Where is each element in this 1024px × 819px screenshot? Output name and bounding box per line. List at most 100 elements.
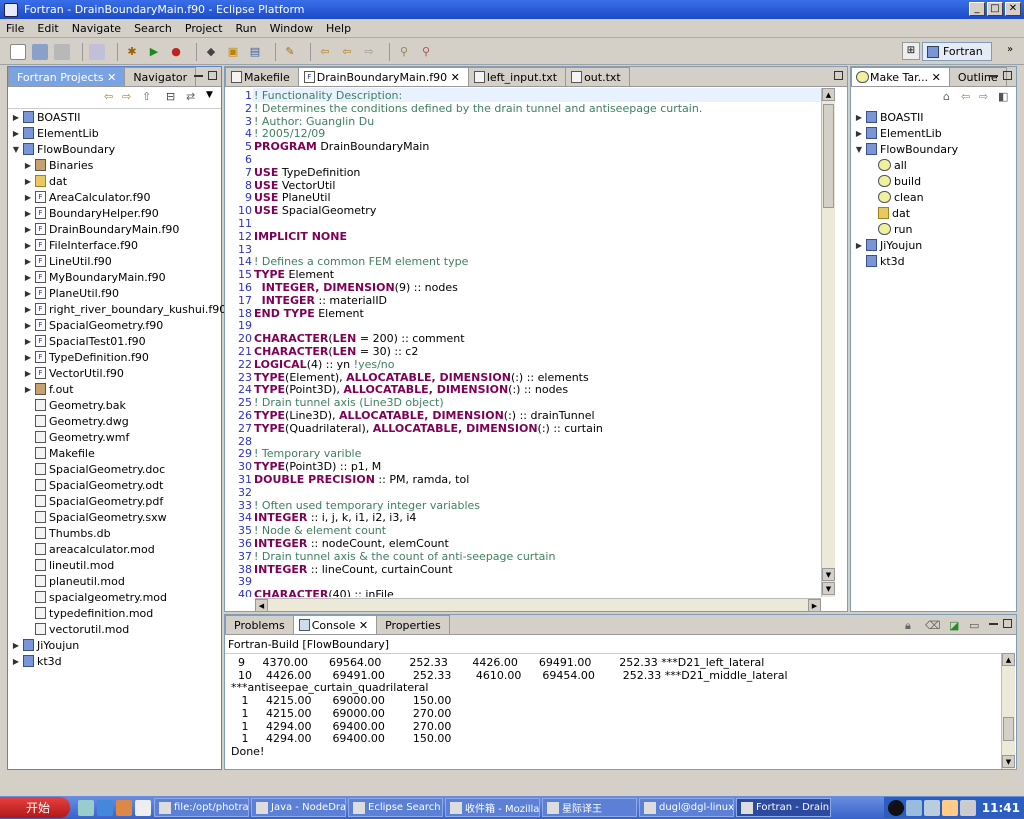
scroll-down-button[interactable]: ▼	[822, 568, 835, 581]
tree-item[interactable]: ▶ JiYoujun	[851, 237, 922, 253]
code-line[interactable]: 39	[225, 575, 254, 588]
code-line[interactable]: 8 USE VectorUtil	[225, 179, 335, 192]
up-icon[interactable]: ⇧	[142, 90, 151, 103]
clear-console-icon[interactable]: ⌫	[925, 619, 941, 632]
perspective-fortran-button[interactable]: Fortran	[922, 42, 992, 61]
code-line[interactable]: 24 TYPE(Point3D), ALLOCATABLE, DIMENSION(…	[225, 383, 568, 396]
open-folder-icon[interactable]: ▣	[225, 44, 241, 60]
pin-console-icon[interactable]: ◪	[949, 619, 959, 632]
tree-item[interactable]: ▶ F PlaneUtil.f90	[8, 285, 119, 301]
tree-item[interactable]: run	[851, 221, 912, 237]
tree-item[interactable]: ▶ F FileInterface.f90	[8, 237, 138, 253]
save-icon[interactable]	[32, 43, 48, 60]
taskbar-task[interactable]: dugl@dgl-linux:/	[639, 798, 734, 817]
code-line[interactable]: 38 INTEGER :: lineCount, curtainCount	[225, 563, 453, 576]
collapsed-twisty-icon[interactable]: ▶	[11, 641, 21, 650]
pin2-icon[interactable]: ⚲	[418, 44, 434, 60]
code-line[interactable]: 14! Defines a common FEM element type	[225, 255, 468, 268]
tree-item[interactable]: all	[851, 157, 907, 173]
menu-window[interactable]: Window	[270, 22, 313, 35]
tray-icon-4[interactable]	[941, 799, 958, 816]
tab-makefile[interactable]: Makefile	[225, 67, 299, 86]
maximize-icon[interactable]	[1003, 71, 1012, 80]
tab-out[interactable]: out.txt	[565, 67, 630, 86]
tree-item[interactable]: clean	[851, 189, 924, 205]
editor-horizontal-scrollbar[interactable]: ◀ ▶	[255, 598, 821, 612]
tree-item[interactable]: vectorutil.mod	[8, 621, 129, 637]
tree-item[interactable]: ▼ FlowBoundary	[8, 141, 115, 157]
tree-item[interactable]: Thumbs.db	[8, 525, 111, 541]
tree-item[interactable]: Geometry.bak	[8, 397, 126, 413]
pen-icon[interactable]: ✎	[282, 44, 298, 60]
collapsed-twisty-icon[interactable]: ▶	[11, 657, 21, 666]
tree-item[interactable]: ▶ ElementLib	[851, 125, 942, 141]
collapsed-twisty-icon[interactable]: ▶	[23, 241, 33, 250]
code-line[interactable]: 30 TYPE(Point3D) :: p1, M	[225, 460, 381, 473]
pin-icon[interactable]: ⚲	[396, 44, 412, 60]
code-line[interactable]: 12 IMPLICIT NONE	[225, 230, 347, 243]
maximize-icon[interactable]	[1003, 619, 1012, 628]
collapse-all-icon[interactable]: ⊟	[166, 90, 175, 103]
collapsed-twisty-icon[interactable]: ▶	[23, 225, 33, 234]
tray-icon-1[interactable]	[887, 799, 904, 816]
code-line[interactable]: 7 USE TypeDefinition	[225, 166, 360, 179]
code-line[interactable]: 5 PROGRAM DrainBoundaryMain	[225, 140, 429, 153]
back-icon[interactable]: ⇦	[104, 90, 113, 103]
tree-item[interactable]: areacalculator.mod	[8, 541, 155, 557]
code-line[interactable]: 36 INTEGER :: nodeCount, elemCount	[225, 537, 449, 550]
minimize-icon[interactable]	[989, 623, 998, 626]
new-icon[interactable]	[10, 43, 26, 60]
start-button[interactable]: 开始	[0, 797, 70, 818]
collapsed-twisty-icon[interactable]: ▶	[23, 369, 33, 378]
tab-problems[interactable]: Problems	[225, 615, 294, 634]
scroll-up-button[interactable]: ▲	[1002, 653, 1015, 666]
tree-item[interactable]: spacialgeometry.mod	[8, 589, 167, 605]
tree-item[interactable]: ▶ BOASTII	[851, 109, 924, 125]
home-icon[interactable]: ⌂	[943, 90, 950, 103]
maximize-button[interactable]: □	[987, 2, 1003, 16]
tree-item[interactable]: ▶ f.out	[8, 381, 74, 397]
code-line[interactable]: 2! Determines the conditions defined by …	[225, 102, 702, 115]
tree-item[interactable]: Geometry.wmf	[8, 429, 129, 445]
tree-item[interactable]: kt3d	[851, 253, 905, 269]
tree-item[interactable]: SpacialGeometry.doc	[8, 461, 165, 477]
code-line[interactable]: 11	[225, 217, 254, 230]
code-line[interactable]: 37! Drain tunnel axis & the count of ant…	[225, 550, 555, 563]
menu-search[interactable]: Search	[134, 22, 172, 35]
tree-item[interactable]: lineutil.mod	[8, 557, 114, 573]
taskbar-task[interactable]: Eclipse Search	[348, 798, 443, 817]
taskbar-task[interactable]: 星际译王	[542, 798, 637, 817]
code-line[interactable]: 3! Author: Guanglin Du	[225, 115, 374, 128]
collapsed-twisty-icon[interactable]: ▶	[11, 129, 21, 138]
scroll-thumb[interactable]	[1003, 717, 1014, 741]
code-line[interactable]: 28	[225, 435, 254, 448]
scroll-lock-icon[interactable]: 🔒︎	[905, 619, 911, 633]
scroll-thumb[interactable]	[823, 104, 834, 208]
tree-item[interactable]: ▶ BOASTII	[8, 109, 81, 125]
tree-item[interactable]: build	[851, 173, 921, 189]
back-icon[interactable]: ⇦	[317, 44, 333, 60]
tree-item[interactable]: ▶ F BoundaryHelper.f90	[8, 205, 159, 221]
code-line[interactable]: 15 TYPE Element	[225, 268, 334, 281]
code-line[interactable]: 6	[225, 153, 254, 166]
tab-properties[interactable]: Properties	[376, 615, 450, 634]
console-output[interactable]: 9 4370.00 69564.00 252.33 4426.00 69491.…	[225, 653, 1001, 769]
scroll-right-button[interactable]: ▶	[808, 599, 821, 612]
taskbar-task[interactable]: Java - NodeDra	[251, 798, 346, 817]
tree-item[interactable]: SpacialGeometry.odt	[8, 477, 163, 493]
close-button[interactable]: ✕	[1005, 2, 1021, 16]
collapsed-twisty-icon[interactable]: ▶	[854, 113, 864, 122]
code-line[interactable]: 16 INTEGER, DIMENSION(9) :: nodes	[225, 281, 458, 294]
tree-item[interactable]: ▶ F SpacialTest01.f90	[8, 333, 146, 349]
code-line[interactable]: 19	[225, 319, 254, 332]
menu-file[interactable]: File	[6, 22, 24, 35]
code-line[interactable]: 4! 2005/12/09	[225, 127, 325, 140]
tree-item[interactable]: ▶ JiYoujun	[8, 637, 79, 653]
maximize-icon[interactable]	[834, 71, 843, 80]
collapsed-twisty-icon[interactable]: ▶	[23, 257, 33, 266]
run-icon[interactable]: ▶	[146, 44, 162, 60]
external-tools-icon[interactable]: ●	[168, 44, 184, 60]
code-editor[interactable]: 1! Functionality Description: 2! Determin…	[225, 88, 821, 597]
code-line[interactable]: 31 DOUBLE PRECISION :: PM, ramda, tol	[225, 473, 469, 486]
code-line[interactable]: 29! Temporary varible	[225, 447, 361, 460]
